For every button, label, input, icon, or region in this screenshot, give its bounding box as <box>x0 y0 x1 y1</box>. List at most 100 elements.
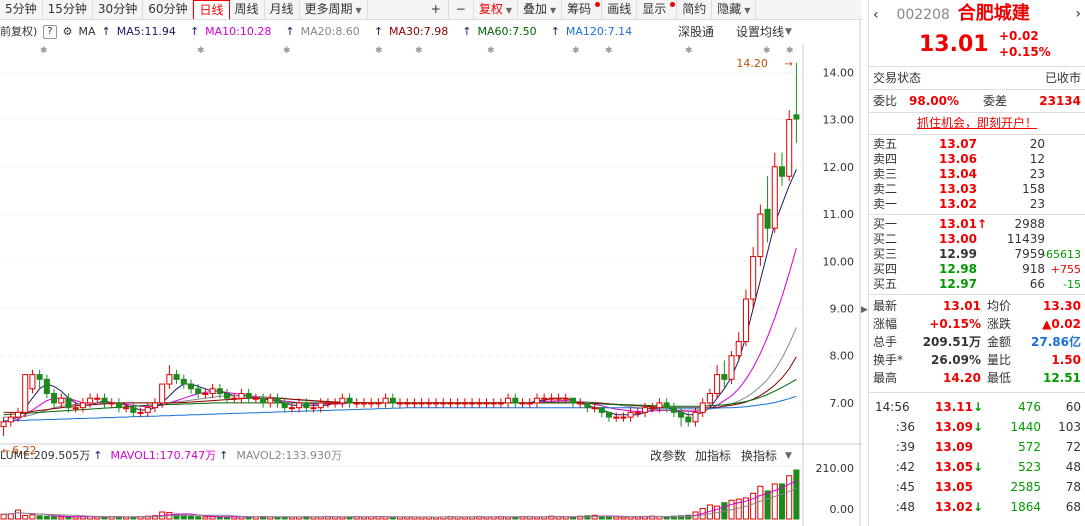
chevron-down-icon: ▼ <box>550 6 557 15</box>
tick-row: :39 13.09 572 72 <box>873 438 1081 456</box>
volume-bar <box>360 516 367 520</box>
event-marker-icon: ✱ <box>40 46 48 56</box>
change-params-button[interactable]: 改参数 <box>650 446 686 466</box>
period-tab-1[interactable]: 15分钟 <box>43 0 93 19</box>
set-ma-button[interactable]: 设置均线 <box>736 22 784 42</box>
period-tab-2[interactable]: 30分钟 <box>93 0 144 19</box>
stat-label: 涨跌 <box>987 317 1012 331</box>
volume-legend-bar: LUME:209.505万 ↑ MAVOL1:170.747万 ↑ MAVOL2:133… <box>0 446 862 466</box>
down-arrow-icon: ↓ <box>973 420 984 434</box>
period-tab-7[interactable]: 更多周期 ▼ <box>300 0 368 19</box>
switch-indicator-button[interactable]: 换指标 <box>741 446 777 466</box>
volume-bar <box>389 516 396 520</box>
ask-row[interactable]: 卖三 13.04 23 <box>873 167 1081 182</box>
fuquan-button[interactable]: 复权 ▼ <box>474 0 518 19</box>
candle[interactable] <box>728 350 735 385</box>
volume-bar <box>65 516 72 520</box>
shenguotong-button[interactable]: 深股通 <box>678 22 714 42</box>
next-stock-icon[interactable]: › <box>1075 4 1081 24</box>
tick-time: :39 <box>895 440 915 454</box>
stat-label: 金额 <box>987 335 1012 349</box>
stat-label: 均价 <box>987 299 1012 313</box>
ma-value: MA5:11.94 <box>116 25 176 38</box>
bid-price: 13.01↑ <box>939 217 988 231</box>
ask-price: 13.04 <box>939 167 977 181</box>
bid-volume: 2988 <box>1014 217 1045 231</box>
up-arrow-icon: ↑ <box>550 25 560 38</box>
prev-stock-icon[interactable]: ‹ <box>873 7 879 23</box>
ask-row[interactable]: 卖一 13.02 23 <box>873 197 1081 212</box>
volume-bar <box>605 516 613 520</box>
zoom-out-button[interactable]: − <box>449 0 474 19</box>
bid-row[interactable]: 买三 12.99 7959 -65613 <box>873 247 1081 262</box>
stat-row: 最高 14.20 最低 12.51 <box>873 369 1081 387</box>
stat-value: +0.15% <box>929 317 981 331</box>
bid-price: 12.98 <box>939 262 977 276</box>
ask-row[interactable]: 卖四 13.06 12 <box>873 152 1081 167</box>
bid-row[interactable]: 买五 12.97 66 -15 <box>873 277 1081 292</box>
tick-volume: 523 <box>1018 460 1041 474</box>
candle[interactable] <box>750 247 757 309</box>
volume-bar <box>209 516 216 520</box>
period-tab-5[interactable]: 周线 <box>230 0 265 19</box>
tick-volume: 476 <box>1018 400 1041 414</box>
bid-label: 买五 <box>873 277 898 291</box>
bid-change: +755 <box>1050 263 1081 276</box>
bid-row[interactable]: 买一 13.01↑ 2988 <box>873 217 1081 232</box>
zoom-in-button[interactable]: + <box>424 0 449 19</box>
candle[interactable] <box>786 110 793 181</box>
candle[interactable] <box>22 374 29 418</box>
help-icon[interactable]: ? <box>43 25 57 39</box>
display-button[interactable]: 显示 <box>637 0 678 19</box>
ma-legend-item: ↑ MA120:7.14 <box>551 22 638 42</box>
ask-price: 13.06 <box>939 152 977 166</box>
bid-price: 12.97 <box>939 277 977 291</box>
tick-count: 68 <box>1065 500 1081 514</box>
candle[interactable] <box>757 204 764 266</box>
ma-value: MA60:7.50 <box>477 25 537 38</box>
period-tab-0[interactable]: 5分钟 <box>0 0 43 19</box>
tick-price: 13.09 <box>935 420 973 434</box>
stat-value: 209.51万 <box>922 335 981 349</box>
stat-label: 最高 <box>873 371 898 385</box>
tick-count: 72 <box>1065 440 1081 454</box>
volume-bar <box>202 516 209 520</box>
period-tab-4[interactable]: 日线 <box>193 0 230 19</box>
price-tick-label: 12.00 <box>823 161 855 174</box>
settings-gear-icon[interactable]: ⚙ <box>63 22 73 42</box>
overlay-button[interactable]: 叠加 ▼ <box>518 0 563 19</box>
simple-mode-button[interactable]: 简约 <box>677 0 713 19</box>
chevron-down-icon: ▼ <box>355 6 362 15</box>
event-marker-icon: ✱ <box>572 46 580 56</box>
hide-button[interactable]: 隐藏 ▼ <box>712 0 757 19</box>
volume-bar <box>58 516 65 520</box>
up-arrow-icon: ↑ <box>101 25 111 38</box>
bid-row[interactable]: 买二 13.00 11439 <box>873 232 1081 247</box>
indicator-dropdown-icon[interactable]: ▼ <box>785 446 792 466</box>
ask-label: 卖四 <box>873 152 898 166</box>
period-tab-6[interactable]: 月线 <box>265 0 300 19</box>
period-tab-3[interactable]: 60分钟 <box>143 0 194 19</box>
open-account-link[interactable]: 抓住机会，即刻开户！ <box>873 115 1081 131</box>
chevron-down-icon: ▼ <box>505 6 512 15</box>
collapse-panel-icon[interactable]: ▶ <box>861 305 868 319</box>
event-marker-icon: ✱ <box>415 46 423 56</box>
ma-dropdown-icon[interactable]: ▼ <box>785 22 792 42</box>
bid-row[interactable]: 买四 12.98 918 +755 <box>873 262 1081 277</box>
vol-legend-item: MAVOL1:170.747万 ↑ <box>111 446 229 466</box>
weibi-label: 委比 <box>873 94 898 108</box>
volume-bar <box>43 515 50 520</box>
ask-row[interactable]: 卖五 13.07 20 <box>873 137 1081 152</box>
tick-price: 13.11 <box>935 400 973 414</box>
tick-volume: 2585 <box>1010 480 1041 494</box>
ask-label: 卖一 <box>873 197 898 211</box>
draw-line-button[interactable]: 画线 <box>602 0 638 19</box>
add-indicator-button[interactable]: 加指标 <box>695 446 731 466</box>
vol-value: MAVOL1:170.747万 <box>110 449 217 462</box>
volume-bar <box>29 514 36 520</box>
chip-button[interactable]: 筹码 <box>562 0 603 19</box>
ask-row[interactable]: 卖二 13.03 158 <box>873 182 1081 197</box>
volume-tick-label: 0.00 <box>830 503 855 516</box>
high-price-label: 14.20 <box>736 57 768 70</box>
vol-legend-item: LUME:209.505万 ↑ <box>0 446 103 466</box>
